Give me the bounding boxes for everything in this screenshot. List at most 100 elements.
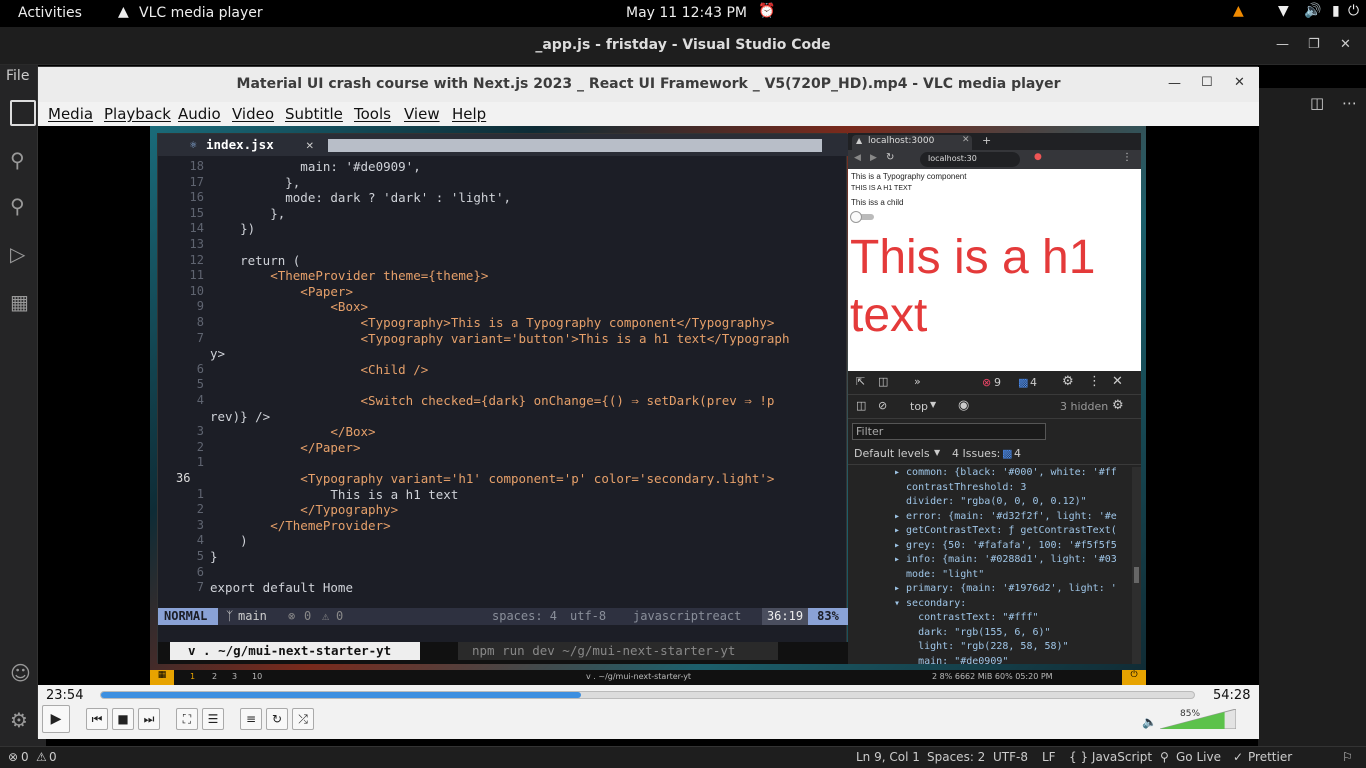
- code-line[interactable]: y>: [210, 346, 225, 361]
- tmux-inactive-pane[interactable]: npm run dev ~/g/mui-next-starter-yt: [458, 642, 778, 660]
- search-icon[interactable]: ⚲: [10, 148, 36, 174]
- extended-settings-button[interactable]: ☰: [202, 708, 224, 730]
- tree-row[interactable]: light: "rgb(228, 58, 58)": [894, 641, 1069, 652]
- url-text[interactable]: localhost:30: [928, 154, 977, 163]
- vim-tab-filename[interactable]: index.jsx: [206, 137, 274, 152]
- next-button[interactable]: ⏭: [138, 708, 160, 730]
- indentation[interactable]: Spaces: 2: [927, 750, 985, 764]
- code-line[interactable]: <Paper>: [210, 284, 353, 299]
- activities-button[interactable]: Activities: [18, 5, 82, 21]
- code-line[interactable]: <Child />: [210, 362, 429, 377]
- eol[interactable]: LF: [1042, 750, 1056, 764]
- menu-video[interactable]: Video: [232, 105, 274, 123]
- problems-warnings[interactable]: 0: [49, 750, 57, 764]
- reload-icon[interactable]: ↻: [886, 152, 894, 163]
- code-line[interactable]: main: '#de0909',: [210, 159, 420, 174]
- fullscreen-button[interactable]: ⛶: [176, 708, 198, 730]
- filter-input[interactable]: Filter: [852, 423, 1046, 440]
- new-tab-icon[interactable]: +: [982, 134, 991, 147]
- stop-button[interactable]: ■: [112, 708, 134, 730]
- code-line[interactable]: </Typography>: [210, 502, 398, 517]
- run-debug-icon[interactable]: ▷: [10, 242, 36, 268]
- devtools-menu-icon[interactable]: ⋮: [1088, 374, 1101, 389]
- tree-row[interactable]: dark: "rgb(155, 6, 6)": [894, 627, 1050, 638]
- speaker-icon[interactable]: 🔈: [1142, 715, 1157, 729]
- devtools-settings-icon[interactable]: ⚙: [1062, 374, 1074, 389]
- split-editor-icon[interactable]: ◫: [1310, 94, 1324, 112]
- more-actions-icon[interactable]: ⋯: [1342, 94, 1357, 112]
- clock[interactable]: May 11 12:43 PM: [626, 5, 747, 21]
- prettier[interactable]: Prettier: [1248, 750, 1292, 764]
- browser-menu-icon[interactable]: ⋮: [1122, 152, 1132, 163]
- play-button[interactable]: ▶: [42, 705, 70, 733]
- playlist-button[interactable]: ≡: [240, 708, 262, 730]
- close-button[interactable]: ✕: [1340, 37, 1351, 52]
- issues-link[interactable]: 4 Issues:: [952, 447, 1000, 460]
- language-mode[interactable]: { } JavaScript: [1069, 750, 1152, 764]
- sidebar-toggle-icon[interactable]: ◫: [856, 399, 866, 412]
- forward-icon[interactable]: ▶: [870, 153, 877, 163]
- extension-icon[interactable]: ●: [1034, 152, 1042, 162]
- wifi-icon[interactable]: ▼: [1278, 3, 1289, 19]
- restore-button[interactable]: ❐: [1308, 37, 1320, 52]
- menu-view[interactable]: View: [404, 105, 440, 123]
- code-line[interactable]: }): [210, 221, 255, 236]
- code-line[interactable]: This is a h1 text: [210, 487, 458, 502]
- previous-button[interactable]: ⏮: [86, 708, 108, 730]
- code-line[interactable]: },: [210, 206, 285, 221]
- vlc-close-button[interactable]: ✕: [1234, 75, 1245, 90]
- explorer-icon[interactable]: [10, 100, 36, 126]
- code-line[interactable]: <Typography>This is a Typography compone…: [210, 315, 775, 330]
- context-select[interactable]: top: [910, 400, 928, 413]
- menu-playback[interactable]: Playback: [104, 105, 171, 123]
- default-levels-select[interactable]: Default levels: [854, 447, 930, 460]
- menu-media[interactable]: Media: [48, 105, 93, 123]
- tree-row[interactable]: contrastThreshold: 3: [894, 482, 1026, 493]
- volume-icon[interactable]: 🔊: [1304, 3, 1321, 19]
- code-line[interactable]: <Typography variant='h1' component='p' c…: [210, 471, 774, 486]
- tree-row[interactable]: ▸ grey: {50: '#fafafa', 100: '#f5f5f5: [894, 540, 1117, 551]
- alarm-icon[interactable]: ⏰: [758, 3, 775, 19]
- tree-row[interactable]: ▾ secondary:: [894, 598, 966, 609]
- code-line[interactable]: },: [210, 175, 300, 190]
- tree-row[interactable]: ▸ common: {black: '#000', white: '#ff: [894, 467, 1117, 478]
- account-icon[interactable]: ☺: [10, 661, 36, 687]
- switch-thumb[interactable]: [850, 211, 862, 223]
- code-line[interactable]: </Box>: [210, 424, 375, 439]
- menu-subtitle[interactable]: Subtitle: [285, 105, 343, 123]
- tree-row[interactable]: ▸ info: {main: '#0288d1', light: '#03: [894, 554, 1117, 565]
- power-icon[interactable]: ⏻: [1348, 3, 1359, 19]
- volume-slider[interactable]: [1160, 709, 1236, 729]
- extensions-icon[interactable]: ▦: [10, 290, 36, 316]
- live-expression-eye-icon[interactable]: ◉: [958, 398, 969, 413]
- tree-row[interactable]: divider: "rgba(0, 0, 0, 0.12)": [894, 496, 1087, 507]
- console-scroll-thumb[interactable]: [1134, 567, 1139, 583]
- issues-count[interactable]: 4: [1014, 447, 1021, 460]
- code-line[interactable]: }: [210, 549, 218, 564]
- code-line[interactable]: </Paper>: [210, 440, 360, 455]
- battery-icon[interactable]: ▮: [1332, 3, 1340, 19]
- shuffle-button[interactable]: ⤮: [292, 708, 314, 730]
- levels-dropdown-icon[interactable]: ▼: [934, 448, 940, 457]
- tree-row[interactable]: ▸ primary: {main: '#1976d2', light: ': [894, 583, 1117, 594]
- code-area[interactable]: 18 main: '#de0909', 17 }, 16 mode: dark ? …: [158, 157, 848, 607]
- clear-console-icon[interactable]: ⊘: [878, 399, 887, 412]
- code-line[interactable]: <Typography variant='button'>This is a h…: [210, 331, 790, 346]
- manage-gear-icon[interactable]: ⚙: [10, 708, 36, 734]
- tab-close-icon[interactable]: ✕: [962, 135, 970, 145]
- notifications-icon[interactable]: ⚐: [1342, 750, 1353, 764]
- minimize-button[interactable]: —: [1276, 37, 1289, 52]
- video-frame[interactable]: ⚛ index.jsx ✕ 18 main: '#de0909', 17 }, 16…: [38, 126, 1259, 685]
- menu-tools[interactable]: Tools: [354, 105, 391, 123]
- code-line[interactable]: export default Home: [210, 580, 353, 595]
- problems-errors[interactable]: 0: [21, 750, 29, 764]
- browser-tab-title[interactable]: localhost:3000: [868, 136, 934, 146]
- inspect-icon[interactable]: ⇱: [856, 375, 865, 388]
- cursor-position[interactable]: Ln 9, Col 1: [856, 750, 920, 764]
- vlc-minimize-button[interactable]: —: [1168, 76, 1181, 91]
- go-live[interactable]: Go Live: [1176, 750, 1221, 764]
- file-menu[interactable]: File: [6, 68, 29, 84]
- back-icon[interactable]: ◀: [854, 153, 861, 163]
- tmux-active-pane[interactable]: v . ~/g/mui-next-starter-yt: [170, 642, 420, 660]
- context-dropdown-icon[interactable]: ▼: [930, 400, 936, 409]
